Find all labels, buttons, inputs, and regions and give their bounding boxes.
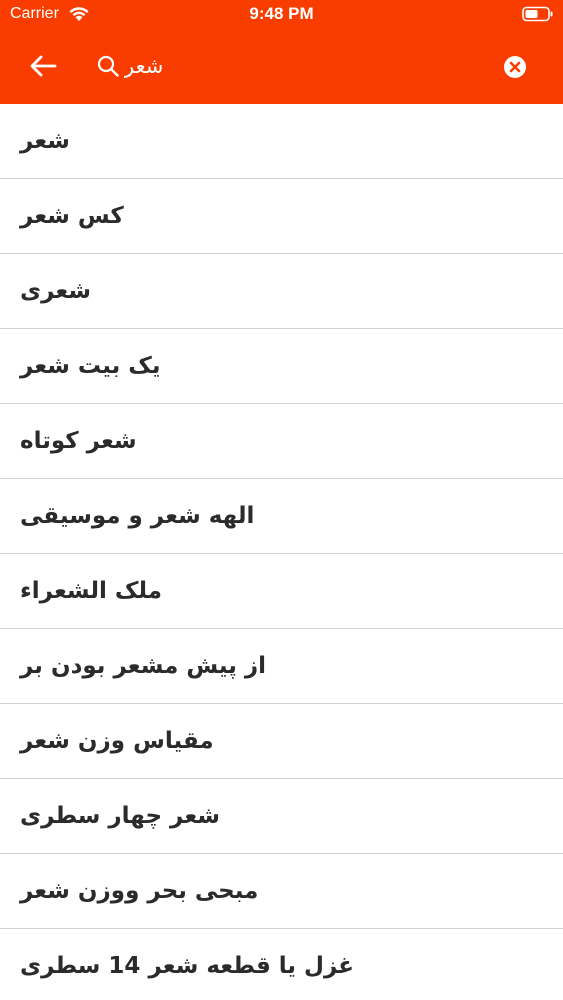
list-item[interactable]: شعر کوتاه — [0, 404, 563, 479]
back-button[interactable] — [22, 48, 64, 84]
list-item[interactable]: غزل یا قطعه شعر 14 سطری — [0, 929, 563, 1000]
list-item[interactable]: از پیش مشعر بودن بر — [0, 629, 563, 704]
magnifier-icon — [97, 55, 119, 77]
arrow-left-icon — [30, 55, 57, 77]
battery-icon — [522, 6, 553, 22]
list-item-label: یک بیت شعر — [20, 353, 161, 379]
list-item[interactable]: مبحی بحر ووزن شعر — [0, 854, 563, 929]
list-item[interactable]: الهه شعر و موسیقی — [0, 479, 563, 554]
list-item-label: شعر کوتاه — [20, 428, 137, 454]
list-item-label: از پیش مشعر بودن بر — [20, 653, 267, 679]
list-item-label: مقیاس وزن شعر — [20, 728, 214, 754]
app-header: Carrier 9:48 PM — [0, 0, 563, 104]
status-time: 9:48 PM — [249, 4, 314, 23]
list-item[interactable]: مقیاس وزن شعر — [0, 704, 563, 779]
clear-circle-icon — [504, 56, 526, 78]
list-item[interactable]: ملک الشعراء — [0, 554, 563, 629]
list-item-label: شعر — [20, 128, 70, 154]
list-item-label: شعر چهار سطری — [20, 803, 220, 829]
status-bar: Carrier 9:48 PM — [0, 0, 563, 30]
list-item-label: الهه شعر و موسیقی — [20, 503, 255, 529]
list-item-label: ملک الشعراء — [20, 578, 163, 604]
list-item[interactable]: شعر چهار سطری — [0, 779, 563, 854]
list-item-label: غزل یا قطعه شعر 14 سطری — [20, 953, 355, 979]
search-input[interactable] — [124, 46, 364, 86]
list-item-label: کس شعر — [20, 203, 124, 229]
list-item[interactable]: شعری — [0, 254, 563, 329]
clear-search-button[interactable] — [500, 52, 530, 82]
list-item[interactable]: شعر — [0, 104, 563, 179]
list-item-label: شعری — [20, 278, 91, 304]
list-item[interactable]: یک بیت شعر — [0, 329, 563, 404]
list-item[interactable]: کس شعر — [0, 179, 563, 254]
list-item-label: مبحی بحر ووزن شعر — [20, 878, 259, 904]
results-list: شعر کس شعر شعری یک بیت شعر شعر کوتاه اله… — [0, 104, 563, 1000]
search-toolbar — [0, 40, 563, 92]
